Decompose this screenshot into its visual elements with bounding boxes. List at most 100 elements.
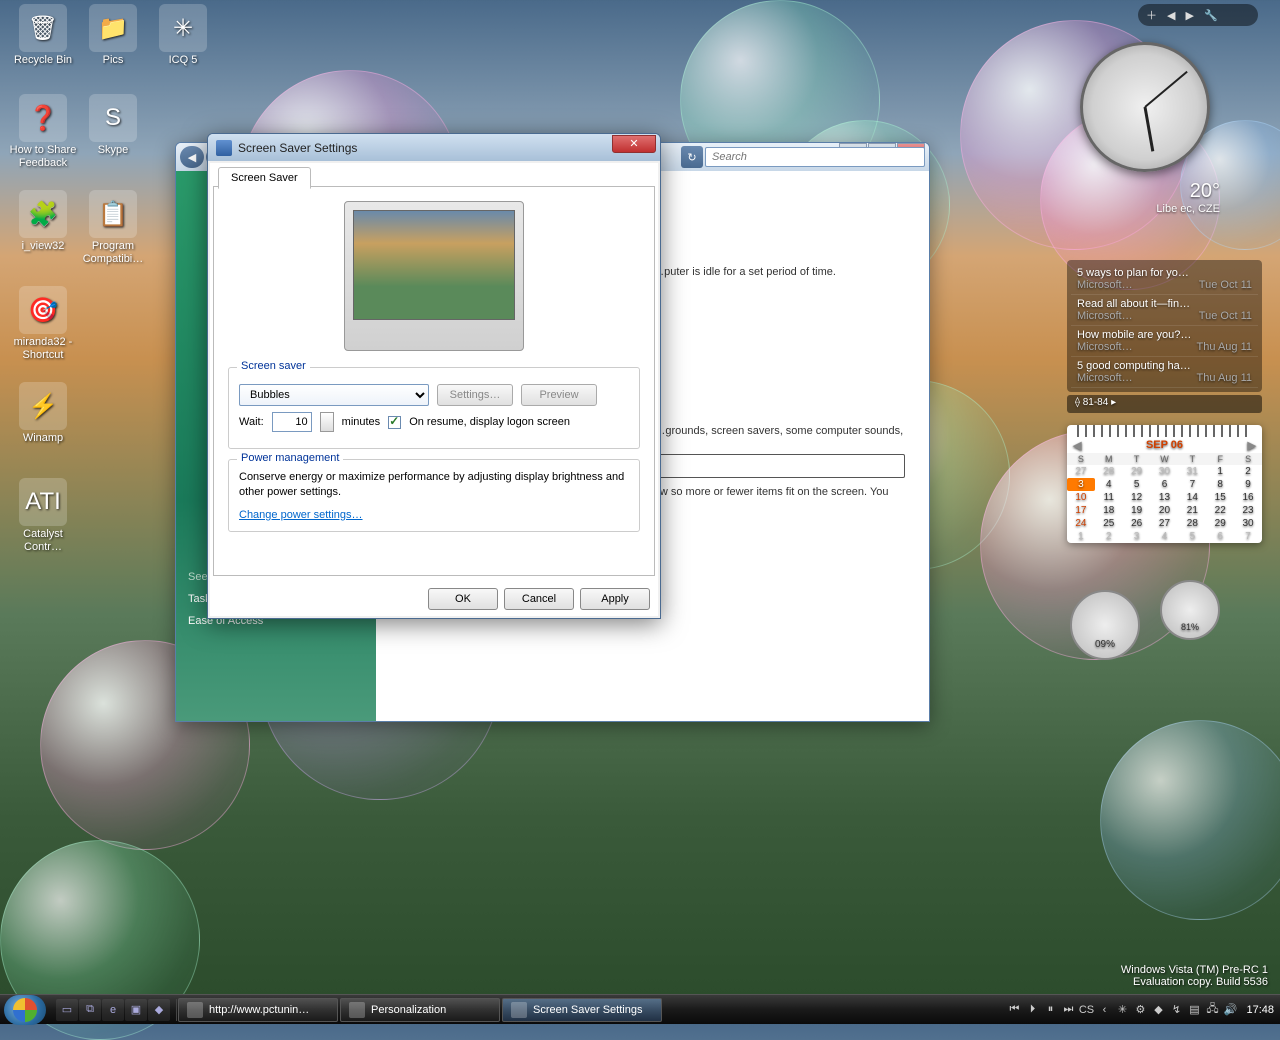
calendar-day[interactable]: 7 [1178, 478, 1206, 491]
calendar-day[interactable]: 28 [1095, 465, 1123, 478]
calendar-day[interactable]: 6 [1151, 478, 1179, 491]
calendar-day[interactable]: 22 [1206, 504, 1234, 517]
desktop-icon[interactable]: ⚡Winamp [8, 382, 78, 445]
calendar-day[interactable]: 8 [1206, 478, 1234, 491]
wait-spinner[interactable] [320, 412, 334, 432]
back-button[interactable]: ◀ [180, 146, 204, 168]
taskbar-clock[interactable]: 17:48 [1246, 1004, 1274, 1016]
desktop-icon[interactable]: SSkype [78, 94, 148, 157]
calendar-gadget[interactable]: ◀ SEP 06 ▶ SMTWTFS2728293031123456789101… [1067, 425, 1262, 543]
volume-icon[interactable]: 🔊 [1222, 1002, 1238, 1018]
calendar-day[interactable]: 5 [1178, 530, 1206, 543]
calendar-day[interactable]: 12 [1123, 491, 1151, 504]
sidebar-control[interactable]: ＋ ◀ ▶ 🔧 [1138, 4, 1258, 26]
power-settings-link[interactable]: Change power settings… [239, 509, 629, 521]
media-next-icon[interactable]: ⏭ [1060, 1002, 1076, 1018]
calendar-day[interactable]: 29 [1123, 465, 1151, 478]
tray-chevron-icon[interactable]: ‹ [1096, 1002, 1112, 1018]
desktop-icon[interactable]: ATICatalyst Contr… [8, 478, 78, 554]
ok-button[interactable]: OK [428, 588, 498, 610]
calendar-day[interactable]: 2 [1095, 530, 1123, 543]
calendar-day[interactable]: 29 [1206, 517, 1234, 530]
settings-button[interactable]: Settings… [437, 384, 513, 406]
calendar-day[interactable]: 27 [1067, 465, 1095, 478]
desktop-icon[interactable]: ✳ICQ 5 [148, 4, 218, 67]
tab-screensaver[interactable]: Screen Saver [218, 167, 311, 189]
cpu-meter-gadget[interactable]: 09% 81% [1070, 580, 1220, 660]
taskbar-task[interactable]: Personalization [340, 998, 500, 1022]
media-icon[interactable]: ▣ [125, 999, 147, 1021]
calendar-day[interactable]: 26 [1123, 517, 1151, 530]
calendar-day[interactable]: 28 [1178, 517, 1206, 530]
calendar-day[interactable]: 31 [1178, 465, 1206, 478]
calendar-day[interactable]: 3 [1123, 530, 1151, 543]
calendar-day[interactable]: 18 [1095, 504, 1123, 517]
clock-gadget[interactable] [1080, 42, 1210, 172]
calendar-day[interactable]: 2 [1234, 465, 1262, 478]
calendar-day[interactable]: 4 [1151, 530, 1179, 543]
calendar-day[interactable]: 30 [1234, 517, 1262, 530]
calendar-day[interactable]: 16 [1234, 491, 1262, 504]
calendar-day[interactable]: 21 [1178, 504, 1206, 517]
apply-button[interactable]: Apply [580, 588, 650, 610]
tray-icon[interactable]: ✳ [1114, 1002, 1130, 1018]
desktop-icon[interactable]: 🗑Recycle Bin [8, 4, 78, 67]
calendar-day[interactable]: 3 [1067, 478, 1095, 491]
calendar-day[interactable]: 17 [1067, 504, 1095, 517]
taskbar-task[interactable]: http://www.pctunin… [178, 998, 338, 1022]
media-pause-icon[interactable]: ⏸ [1042, 1002, 1058, 1018]
desktop-icon[interactable]: 📁Pics [78, 4, 148, 67]
dialog-titlebar[interactable]: Screen Saver Settings ✕ [208, 134, 660, 161]
calendar-day[interactable]: 30 [1151, 465, 1179, 478]
calendar-day[interactable]: 20 [1151, 504, 1179, 517]
calendar-day[interactable]: 27 [1151, 517, 1179, 530]
calendar-day[interactable]: 11 [1095, 491, 1123, 504]
prev-icon[interactable]: ◀ [1167, 9, 1175, 22]
calendar-day[interactable]: 1 [1206, 465, 1234, 478]
feed-item[interactable]: 5 good computing ha…Microsoft…Thu Aug 11 [1071, 357, 1258, 388]
media-prev-icon[interactable]: ⏮ [1006, 1002, 1022, 1018]
ie-icon[interactable]: e [102, 999, 124, 1021]
media-play-icon[interactable]: ⏵ [1024, 1002, 1040, 1018]
tray-icon[interactable]: ⚙ [1132, 1002, 1148, 1018]
calendar-day[interactable]: 9 [1234, 478, 1262, 491]
next-month-icon[interactable]: ▶ [1248, 439, 1256, 452]
wait-input[interactable] [272, 412, 312, 432]
app-icon[interactable]: ◆ [148, 999, 170, 1021]
switch-windows-icon[interactable]: ⧉ [79, 999, 101, 1021]
next-icon[interactable]: ▶ [1185, 9, 1193, 22]
feed-gadget[interactable]: 5 ways to plan for yo…Microsoft…Tue Oct … [1067, 260, 1262, 392]
calendar-day[interactable]: 25 [1095, 517, 1123, 530]
desktop-icon[interactable]: 🧩i_view32 [8, 190, 78, 253]
calendar-day[interactable]: 14 [1178, 491, 1206, 504]
desktop-icon[interactable]: ❓How to Share Feedback [8, 94, 78, 170]
slideshow-gadget[interactable]: ⟠ 81-84 ▸ [1067, 395, 1262, 413]
language-indicator[interactable]: CS [1078, 1002, 1094, 1018]
calendar-day[interactable]: 5 [1123, 478, 1151, 491]
calendar-day[interactable]: 15 [1206, 491, 1234, 504]
show-desktop-icon[interactable]: ▭ [56, 999, 78, 1021]
calendar-day[interactable]: 13 [1151, 491, 1179, 504]
desktop-icon[interactable]: 🎯miranda32 - Shortcut [8, 286, 78, 362]
preview-button[interactable]: Preview [521, 384, 597, 406]
calendar-day[interactable]: 7 [1234, 530, 1262, 543]
calendar-day[interactable]: 24 [1067, 517, 1095, 530]
calendar-day[interactable]: 23 [1234, 504, 1262, 517]
weather-gadget[interactable]: 20° Libe ec, CZE [1070, 180, 1220, 215]
settings-icon[interactable]: 🔧 [1204, 9, 1218, 22]
refresh-button[interactable]: ↻ [681, 146, 703, 168]
add-gadget-icon[interactable]: ＋ [1146, 7, 1157, 23]
desktop-icon[interactable]: 📋Program Compatibi… [78, 190, 148, 266]
start-button[interactable] [4, 995, 46, 1025]
calendar-day[interactable]: 1 [1067, 530, 1095, 543]
resume-checkbox[interactable] [388, 416, 401, 429]
taskbar-task[interactable]: Screen Saver Settings [502, 998, 662, 1022]
tray-icon[interactable]: ↯ [1168, 1002, 1184, 1018]
feed-item[interactable]: How mobile are you?…Microsoft…Thu Aug 11 [1071, 326, 1258, 357]
prev-month-icon[interactable]: ◀ [1073, 439, 1081, 452]
cancel-button[interactable]: Cancel [504, 588, 574, 610]
search-input[interactable] [705, 147, 925, 167]
calendar-day[interactable]: 4 [1095, 478, 1123, 491]
feed-item[interactable]: Read all about it—fin…Microsoft…Tue Oct … [1071, 295, 1258, 326]
calendar-day[interactable]: 19 [1123, 504, 1151, 517]
